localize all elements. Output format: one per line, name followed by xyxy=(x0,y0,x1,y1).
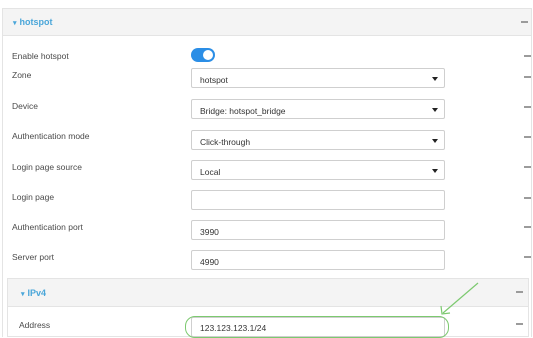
dropdown-caret-icon xyxy=(432,108,438,112)
device-select[interactable]: Bridge: hotspot_bridge xyxy=(191,99,445,119)
login-page-source-select[interactable]: Local xyxy=(191,160,445,180)
collapse-icon[interactable] xyxy=(521,21,528,23)
collapse-icon[interactable] xyxy=(524,76,531,78)
collapse-icon[interactable] xyxy=(524,256,531,258)
expand-triangle-icon: ▾ xyxy=(21,291,25,298)
enable-hotspot-toggle[interactable] xyxy=(191,48,215,62)
collapse-icon[interactable] xyxy=(516,323,523,325)
device-select-value: Bridge: hotspot_bridge xyxy=(200,106,286,116)
server-port-value: 4990 xyxy=(200,257,219,267)
zone-select[interactable]: hotspot xyxy=(191,68,445,88)
device-label: Device xyxy=(12,101,38,111)
hotspot-section-header[interactable]: ▾ hotspot xyxy=(3,9,531,36)
address-label: Address xyxy=(19,320,51,330)
collapse-icon[interactable] xyxy=(524,55,531,57)
dropdown-caret-icon xyxy=(432,169,438,173)
toggle-knob xyxy=(203,50,213,60)
collapse-icon[interactable] xyxy=(524,106,531,108)
zone-select-value: hotspot xyxy=(200,75,228,85)
enable-hotspot-label: Enable hotspot xyxy=(12,51,69,61)
ipv4-section-header[interactable]: ▾ IPv4 xyxy=(8,279,528,307)
collapse-icon[interactable] xyxy=(516,291,523,293)
authentication-port-input[interactable]: 3990 xyxy=(191,220,445,240)
dropdown-caret-icon xyxy=(432,139,438,143)
login-page-label: Login page xyxy=(12,192,55,202)
server-port-label: Server port xyxy=(12,252,55,262)
login-page-input[interactable] xyxy=(191,190,445,210)
authentication-mode-label: Authentication mode xyxy=(12,131,90,141)
ipv4-section-title[interactable]: ▾ IPv4 xyxy=(21,288,46,298)
login-page-source-value: Local xyxy=(200,167,221,177)
login-page-source-label: Login page source xyxy=(12,162,82,172)
authentication-mode-select[interactable]: Click-through xyxy=(191,130,445,150)
hotspot-section-title[interactable]: ▾ hotspot xyxy=(13,17,53,27)
dropdown-caret-icon xyxy=(432,77,438,81)
authentication-mode-value: Click-through xyxy=(200,137,251,147)
collapse-icon[interactable] xyxy=(524,226,531,228)
address-highlight xyxy=(185,316,449,338)
collapse-icon[interactable] xyxy=(524,197,531,199)
authentication-port-value: 3990 xyxy=(200,227,219,237)
zone-label: Zone xyxy=(12,70,32,80)
collapse-icon[interactable] xyxy=(524,166,531,168)
server-port-input[interactable]: 4990 xyxy=(191,250,445,270)
expand-triangle-icon: ▾ xyxy=(13,20,17,27)
collapse-icon[interactable] xyxy=(524,136,531,138)
authentication-port-label: Authentication port xyxy=(12,222,83,232)
